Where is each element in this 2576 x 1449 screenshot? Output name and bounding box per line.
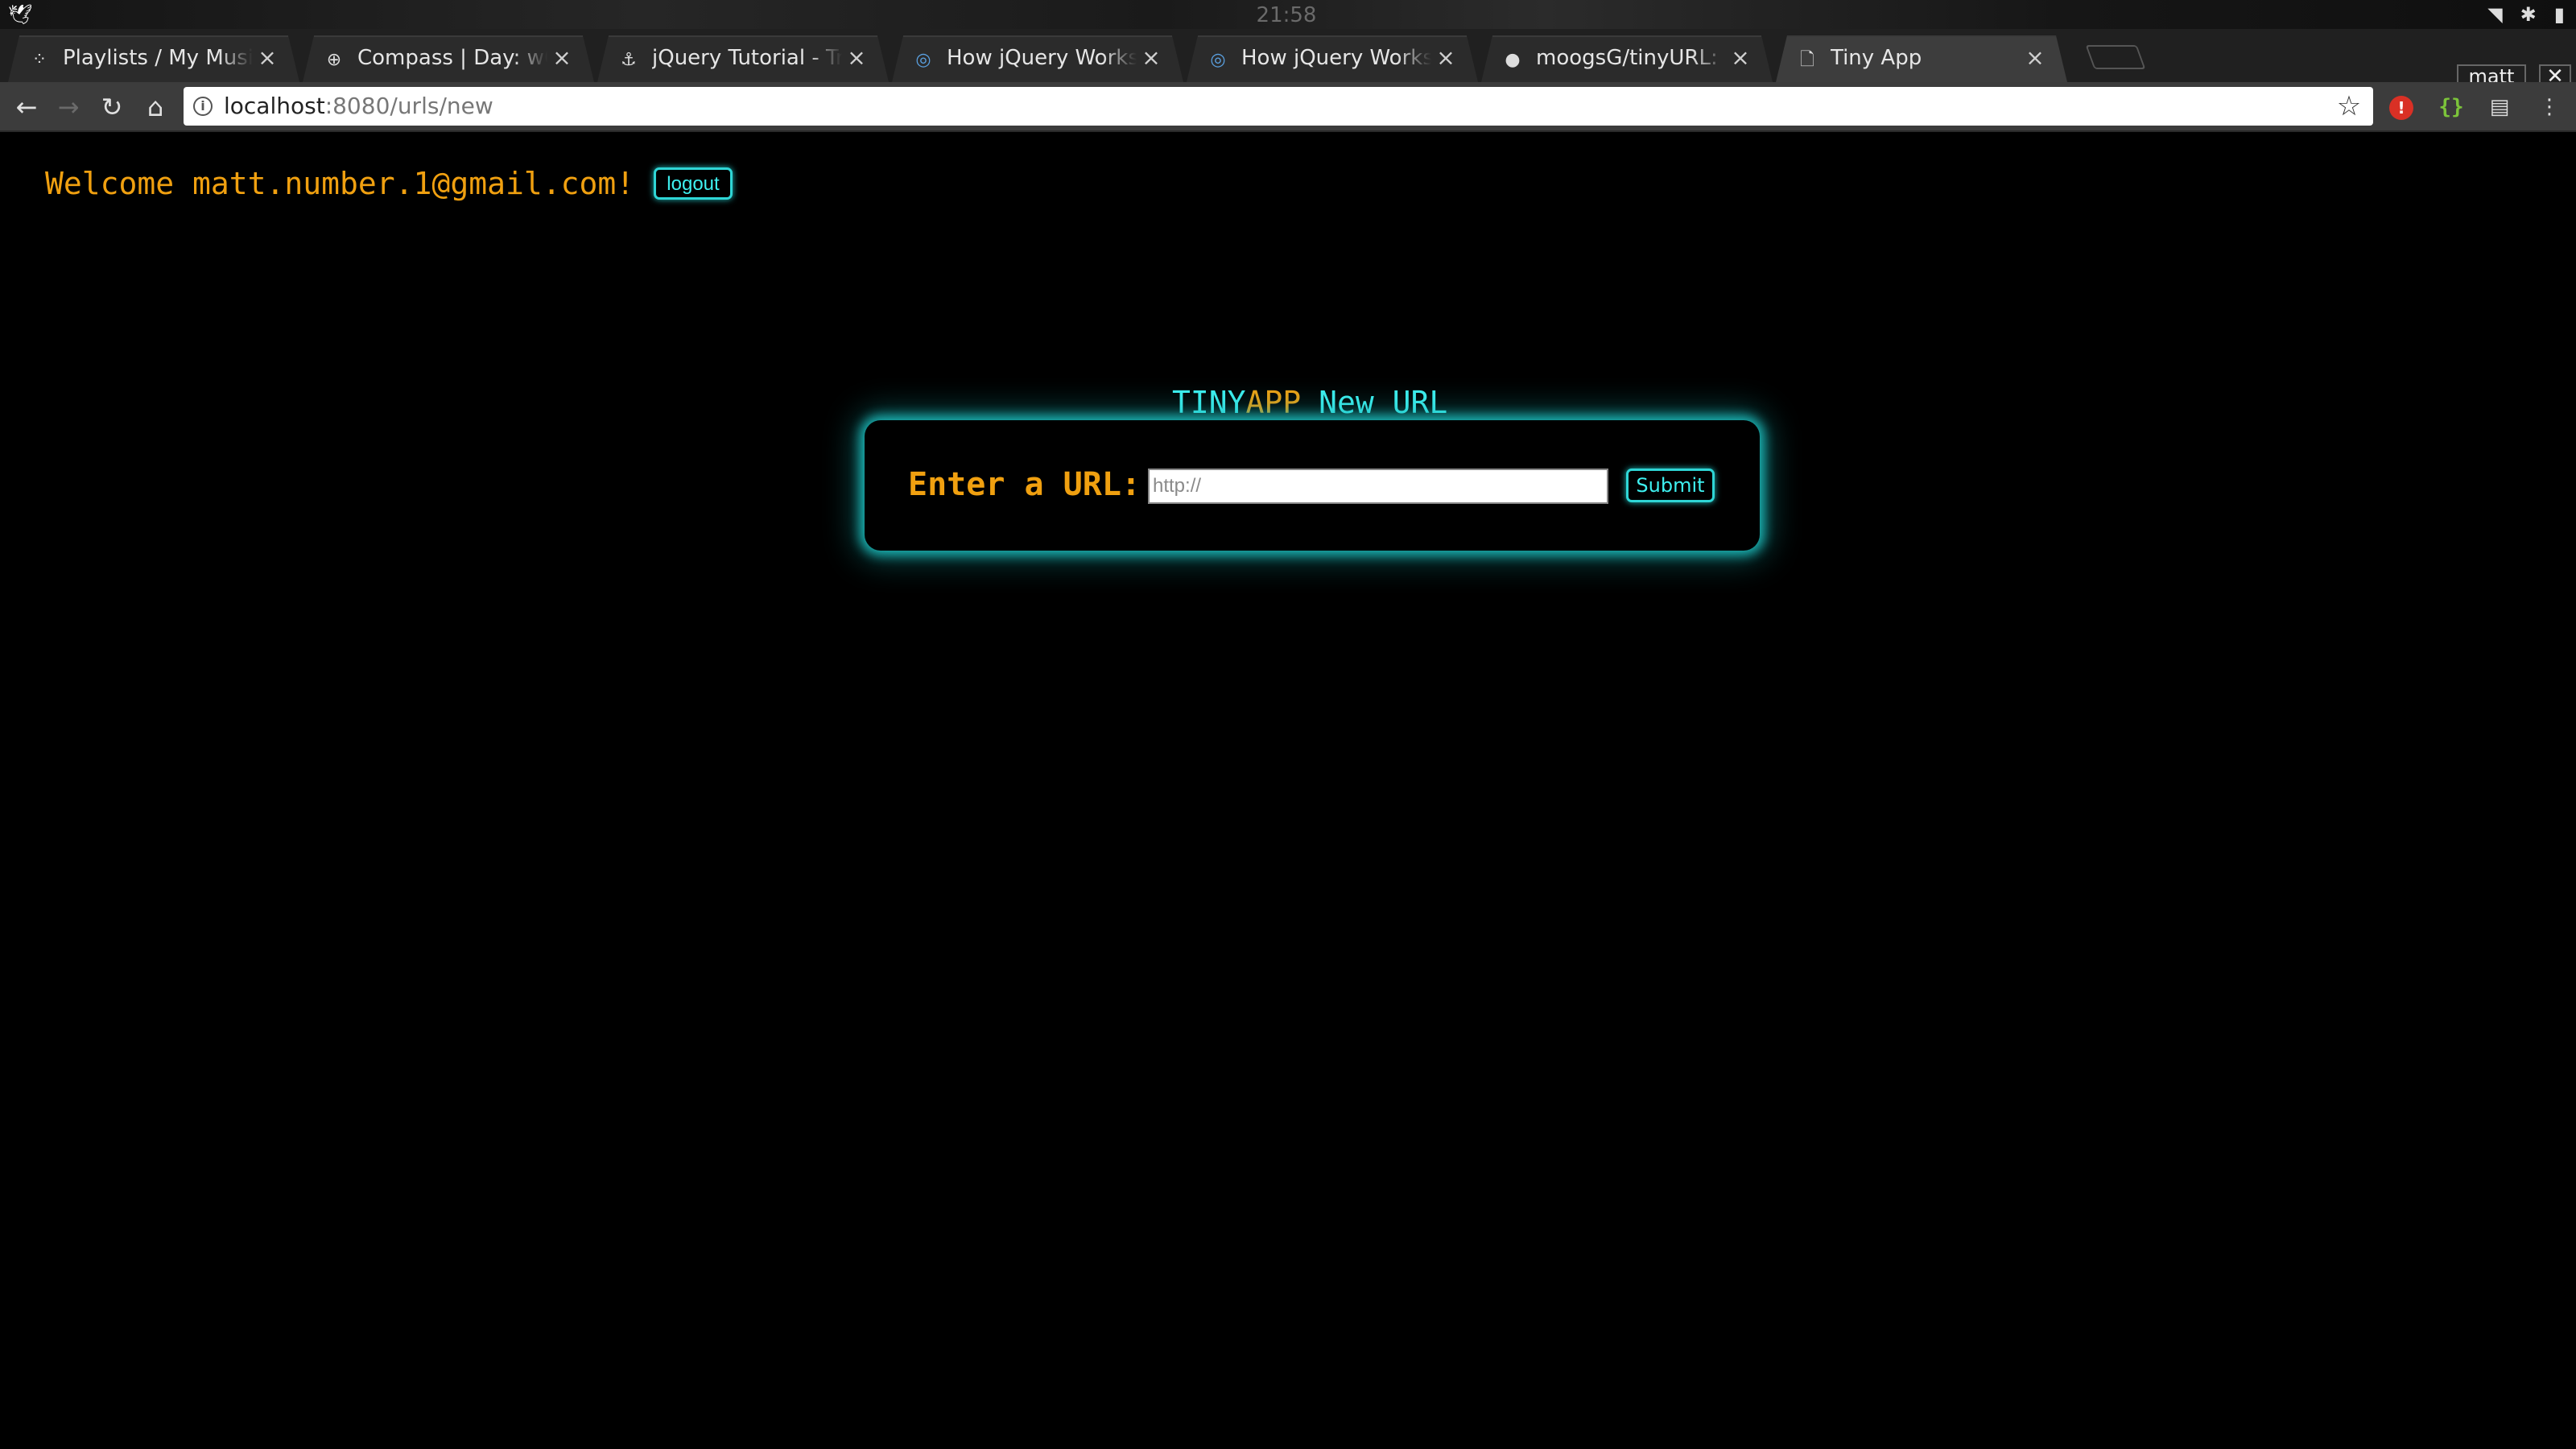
gear-icon[interactable]: ✱ [2520, 3, 2537, 26]
close-icon[interactable]: × [256, 45, 279, 71]
close-icon[interactable]: × [1140, 45, 1162, 71]
os-top-bar: 🕊 21:58 ◥ ✱ ▮ [0, 0, 2576, 29]
bird-logo-icon[interactable]: 🕊 [8, 3, 32, 26]
browser-tab-active[interactable]: 🗋 Tiny App × [1776, 35, 2067, 82]
browser-tab[interactable]: ◎ How jQuery Works × [1187, 35, 1478, 82]
home-icon[interactable]: ⌂ [140, 92, 171, 122]
tab-title: jQuery Tutorial - Try [652, 46, 842, 70]
bookmark-star-icon[interactable]: ☆ [2334, 92, 2363, 121]
tab-title: Playlists / My Music [63, 46, 253, 70]
url-host: localhost [224, 93, 325, 119]
new-url-form: Enter a URL: Submit [865, 420, 1760, 551]
new-url-link[interactable]: New URL [1319, 385, 1447, 420]
url-input[interactable] [1148, 469, 1608, 504]
browser-tab[interactable]: ⁘ Playlists / My Music × [8, 35, 299, 82]
browser-toolbar: ← → ↻ ⌂ i localhost:8080/urls/new ☆ ! {}… [0, 82, 2576, 132]
brand-app[interactable]: APP [1246, 385, 1302, 420]
close-icon[interactable]: × [845, 45, 868, 71]
wifi-icon[interactable]: ◥ [2487, 3, 2502, 26]
jquery-icon: ◎ [1210, 50, 1226, 70]
music-app-icon: ⁘ [31, 50, 47, 70]
page-icon: 🗋 [1800, 50, 1814, 70]
reload-icon[interactable]: ↻ [97, 92, 127, 122]
browser-tab[interactable]: ● moogsG/tinyURL: Sh × [1481, 35, 1773, 82]
tab-title: moogsG/tinyURL: Sh [1536, 46, 1718, 70]
brand-tiny[interactable]: TINY [1172, 385, 1246, 420]
tab-strip: ⁘ Playlists / My Music × ⊕ Compass | Day… [0, 29, 2576, 89]
logout-button[interactable]: logout [654, 167, 733, 200]
page-viewport: Welcome matt.number.1@gmail.com! logout … [0, 132, 2576, 1449]
url-text[interactable]: localhost:8080/urls/new [224, 92, 493, 121]
back-arrow-icon[interactable]: ← [11, 92, 42, 122]
os-clock: 21:58 [1256, 3, 1317, 27]
close-icon[interactable]: × [2024, 45, 2046, 71]
forward-arrow-icon[interactable]: → [53, 92, 84, 122]
json-extension-icon[interactable]: {} [2436, 92, 2467, 122]
browser-tab[interactable]: ⊕ Compass | Day: w02 × [303, 35, 594, 82]
browser-tab[interactable]: ⚓ jQuery Tutorial - Try × [597, 35, 889, 82]
tab-title: How jQuery Works [1241, 46, 1431, 70]
close-icon[interactable]: × [1729, 45, 1752, 71]
adblock-extension-icon[interactable]: ! [2386, 92, 2417, 122]
github-icon: ● [1505, 50, 1521, 70]
url-field-label: Enter a URL: [908, 466, 1141, 503]
browser-tab[interactable]: ◎ How jQuery Works × [892, 35, 1183, 82]
welcome-message: Welcome matt.number.1@gmail.com! [45, 166, 635, 201]
w3-icon: ⚓ [621, 50, 637, 70]
tab-title: Tiny App [1831, 46, 1922, 70]
url-path: :8080/urls/new [324, 93, 493, 119]
new-tab-button[interactable] [2085, 45, 2146, 69]
battery-icon[interactable]: ▮ [2554, 3, 2565, 26]
close-icon[interactable]: × [551, 45, 573, 71]
print-extension-icon[interactable]: ▤ [2484, 92, 2515, 122]
page-title[interactable]: TINYAPP New URL [1172, 380, 1447, 425]
submit-button[interactable]: Submit [1626, 469, 1715, 502]
address-bar[interactable]: i localhost:8080/urls/new ☆ [184, 87, 2373, 126]
os-tray: ◥ ✱ ▮ [2487, 3, 2565, 26]
close-icon[interactable]: × [1435, 45, 1457, 71]
tab-title: Compass | Day: w02 [357, 46, 544, 70]
more-menu-icon[interactable]: ⋮ [2534, 92, 2565, 122]
info-icon[interactable]: i [193, 97, 213, 116]
compass-icon: ⊕ [326, 50, 342, 70]
jquery-icon: ◎ [915, 50, 931, 70]
tab-title: How jQuery Works [947, 46, 1137, 70]
